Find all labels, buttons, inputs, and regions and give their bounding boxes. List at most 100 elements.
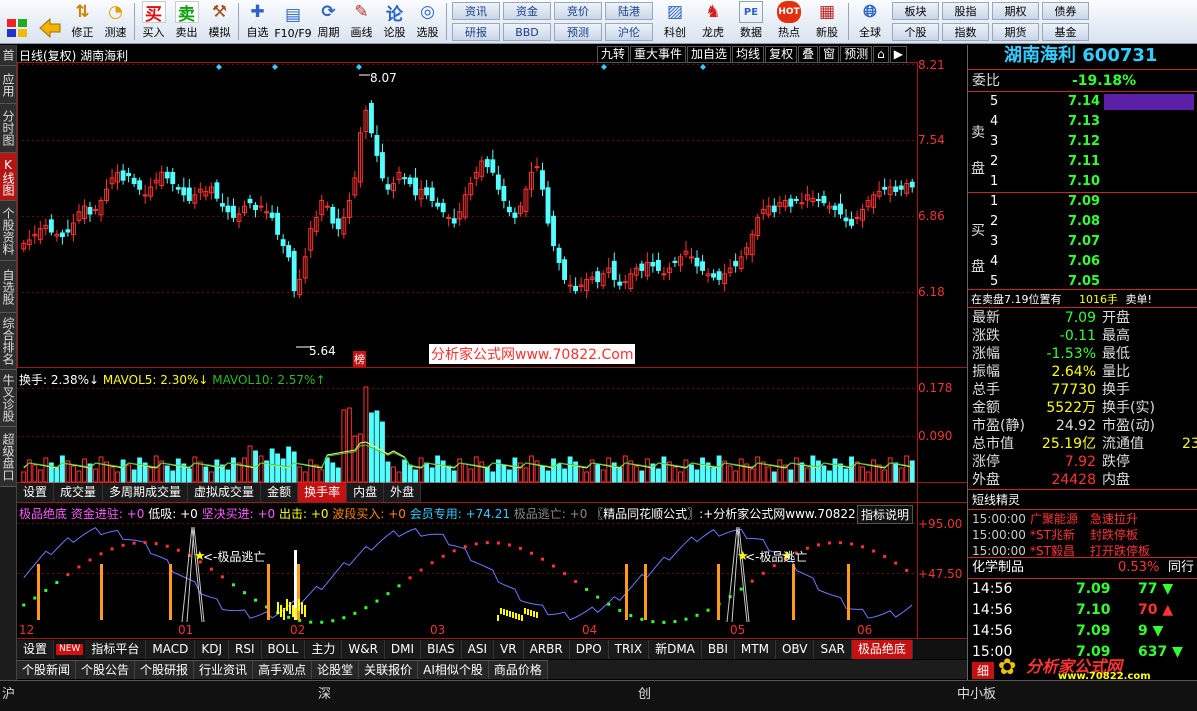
volume-tab-3[interactable]: 虚拟成交量 bbox=[188, 483, 262, 502]
events-title[interactable]: 短线精灵 bbox=[972, 491, 1020, 508]
chart-top-button-6[interactable]: 窗 bbox=[819, 46, 840, 63]
bid-row-3[interactable]: 3 7.07 bbox=[968, 232, 1197, 252]
bid-row-1[interactable]: 1 7.09 bbox=[968, 192, 1197, 212]
index-link[interactable]: 指数 bbox=[942, 23, 989, 41]
indicator-tab-21[interactable]: 极品绝底 bbox=[851, 640, 913, 659]
bbd-link[interactable]: BBD bbox=[503, 23, 551, 41]
indicator-tab-11[interactable]: ASI bbox=[461, 640, 495, 659]
volume-tab-7[interactable]: 外盘 bbox=[384, 483, 422, 502]
period-button[interactable]: ⟳ 周期 bbox=[312, 0, 345, 43]
leftnav-item-7[interactable]: 牛叉诊股 bbox=[0, 370, 16, 427]
add-self-button[interactable]: ✚ 自选 bbox=[241, 0, 274, 43]
funds-link[interactable]: 基金 bbox=[1042, 23, 1089, 41]
leftnav-item-5[interactable]: 自选股 bbox=[0, 261, 16, 313]
f10-button[interactable]: ▤ F10/F9 bbox=[274, 0, 312, 43]
indicator-tab-9[interactable]: DMI bbox=[384, 640, 422, 659]
leftnav-item-8[interactable]: 超级盘口 bbox=[0, 427, 16, 487]
volume-tab-2[interactable]: 多周期成交量 bbox=[103, 483, 189, 502]
info-link[interactable]: 资讯 bbox=[452, 2, 500, 20]
home-button[interactable] bbox=[0, 0, 33, 43]
indicator-tab-18[interactable]: MTM bbox=[734, 640, 776, 659]
indicator-tab-7[interactable]: 主力 bbox=[305, 640, 343, 659]
indicator-help-button[interactable]: 指标说明 bbox=[857, 505, 914, 524]
indicator-tab-17[interactable]: BBI bbox=[701, 640, 735, 659]
leftnav-item-6[interactable]: 综合排名 bbox=[0, 313, 16, 370]
info-tab-0[interactable]: 个股新闻 bbox=[17, 660, 77, 679]
indicator-tab-0[interactable]: 设置 bbox=[17, 640, 55, 659]
kechuang-button[interactable]: ▨ 科创 bbox=[656, 0, 694, 43]
chart-top-button-8[interactable]: ⌂ bbox=[873, 46, 889, 63]
volume-tab-5[interactable]: 换手率 bbox=[298, 483, 348, 502]
forum-button[interactable]: 论论股 bbox=[378, 0, 411, 43]
fund-link[interactable]: 资金 bbox=[503, 2, 551, 20]
info-tab-5[interactable]: 论股堂 bbox=[312, 660, 360, 679]
indicator-tab-10[interactable]: BIAS bbox=[421, 640, 462, 659]
sell-button[interactable]: 卖卖出 bbox=[170, 0, 203, 43]
leftnav-item-0[interactable]: 首页 bbox=[0, 45, 16, 66]
volume-tab-4[interactable]: 金额 bbox=[261, 483, 299, 502]
indicator-tab-3[interactable]: MACD bbox=[146, 640, 196, 659]
chart-top-button-7[interactable]: 预测 bbox=[840, 46, 873, 63]
futures-link[interactable]: 期货 bbox=[992, 23, 1039, 41]
indicator-tab-6[interactable]: BOLL bbox=[261, 640, 306, 659]
leftnav-item-4[interactable]: 个股资料 bbox=[0, 201, 16, 261]
status-sz[interactable]: 深 bbox=[318, 683, 331, 702]
speed-test-button[interactable]: ◔ 测速 bbox=[99, 0, 132, 43]
indicator-tab-19[interactable]: OBV bbox=[775, 640, 815, 659]
volume-tab-6[interactable]: 内盘 bbox=[347, 483, 385, 502]
bang-badge[interactable]: 榜 bbox=[353, 351, 366, 367]
indicator-tab-2[interactable]: 指标平台 bbox=[85, 640, 147, 659]
info-tab-7[interactable]: AI相似个股 bbox=[418, 660, 489, 679]
indicator-tab-8[interactable]: W&R bbox=[342, 640, 385, 659]
status-cy[interactable]: 创 bbox=[638, 683, 651, 702]
indicator-tab-16[interactable]: 新DMA bbox=[649, 640, 702, 659]
auction-link[interactable]: 竞价 bbox=[554, 2, 602, 20]
research-link[interactable]: 研报 bbox=[452, 23, 500, 41]
volume-tab-1[interactable]: 成交量 bbox=[54, 483, 104, 502]
data-button[interactable]: PE 数据 bbox=[732, 0, 770, 43]
hk-link[interactable]: 陆港 bbox=[605, 2, 653, 20]
chart-top-button-0[interactable]: 九转 bbox=[597, 46, 630, 63]
chart-top-button-5[interactable]: 叠 bbox=[798, 46, 819, 63]
leftnav-item-2[interactable]: 分时图 bbox=[0, 104, 16, 153]
chart-top-button-3[interactable]: 均线 bbox=[732, 46, 765, 63]
bid-row-4[interactable]: 4 7.06 bbox=[968, 252, 1197, 272]
status-smb[interactable]: 中小板 bbox=[957, 683, 996, 702]
hot-topic-button[interactable]: HOT 热点 bbox=[770, 0, 808, 43]
info-tab-2[interactable]: 个股研报 bbox=[135, 660, 195, 679]
global-button[interactable]: 🌐︎ 全球 bbox=[851, 0, 889, 43]
info-tab-4[interactable]: 高手观点 bbox=[253, 660, 313, 679]
indicator-tab-20[interactable]: SAR bbox=[814, 640, 852, 659]
info-tab-8[interactable]: 商品价格 bbox=[488, 660, 548, 679]
new-stock-button[interactable]: ▦ 新股 bbox=[808, 0, 846, 43]
indicator-tab-1[interactable]: NEW bbox=[56, 644, 84, 655]
simulate-button[interactable]: ⚒ 模拟 bbox=[203, 0, 236, 43]
back-button[interactable] bbox=[33, 0, 66, 43]
stocks-link[interactable]: 个股 bbox=[892, 23, 939, 41]
info-tab-1[interactable]: 个股公告 bbox=[76, 660, 136, 679]
indicator-tab-14[interactable]: DPO bbox=[569, 640, 609, 659]
stock-index-link[interactable]: 股指 bbox=[942, 2, 989, 20]
draw-line-button[interactable]: ✎ 画线 bbox=[345, 0, 378, 43]
tick-detail-tab[interactable]: 细 bbox=[972, 662, 995, 679]
kline-chart-area[interactable]: ★ ★ ★ 日线(复权) 湖南海利 九转 重大事件 加自选 均线 复权叠窗预测 ⌂ ▶ 分析家公… bbox=[17, 45, 967, 660]
buy-button[interactable]: 买买入 bbox=[137, 0, 170, 43]
bonds-link[interactable]: 债券 bbox=[1042, 2, 1089, 20]
ask-row-3[interactable]: 3 7.12 bbox=[968, 132, 1197, 152]
chart-top-button-1[interactable]: 重大事件 bbox=[630, 46, 687, 63]
indicator-tab-12[interactable]: VR bbox=[494, 640, 524, 659]
status-sh[interactable]: 沪 bbox=[2, 683, 15, 702]
dragon-tiger-button[interactable]: ♞ 龙虎 bbox=[694, 0, 732, 43]
leftnav-item-1[interactable]: 应用 bbox=[0, 66, 16, 104]
fix-button[interactable]: ⇅ 修正 bbox=[66, 0, 99, 43]
indicator-tab-4[interactable]: KDJ bbox=[195, 640, 229, 659]
sector-link[interactable]: 板块 bbox=[892, 2, 939, 20]
info-tab-3[interactable]: 行业资讯 bbox=[194, 660, 254, 679]
stock-picker-button[interactable]: ◎ 选股 bbox=[411, 0, 444, 43]
indicator-tab-13[interactable]: ARBR bbox=[523, 640, 570, 659]
ask-row-4[interactable]: 4 7.13 bbox=[968, 112, 1197, 132]
leftnav-item-3[interactable]: K线图 bbox=[0, 153, 16, 201]
bid-row-2[interactable]: 2 7.08 bbox=[968, 212, 1197, 232]
info-tab-6[interactable]: 关联报价 bbox=[359, 660, 419, 679]
indicator-tab-15[interactable]: TRIX bbox=[608, 640, 650, 659]
